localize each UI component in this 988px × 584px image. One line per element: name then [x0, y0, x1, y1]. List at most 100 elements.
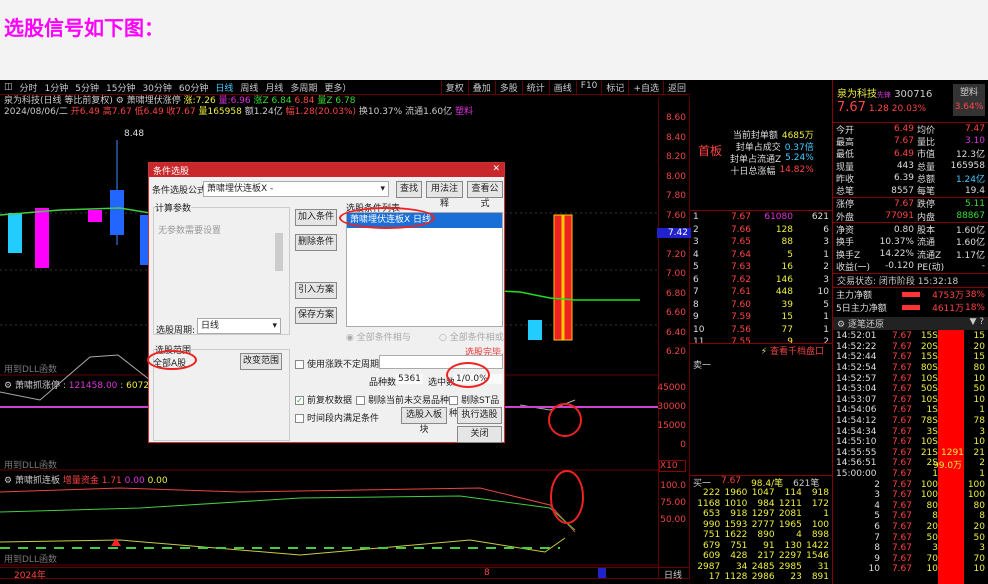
use-period-checkbox[interactable]: 使用涨跌不定周期 — [295, 357, 379, 370]
delete-condition-button[interactable]: 删除条件 — [295, 234, 337, 251]
tick-time: 15:00:00 — [836, 469, 877, 480]
quote-value: 6.39 — [893, 173, 914, 184]
month-label: 8 — [484, 568, 490, 578]
quote-row: 今开 6.49 均价 7.47 — [833, 123, 988, 136]
tick-row: 7 7.67 50 50 — [833, 532, 988, 543]
tick-row: 14:55:10 7.67 10S 10 — [833, 437, 988, 448]
book-level: 1 — [693, 212, 699, 223]
quote-label: 换手 — [836, 238, 855, 249]
candle — [528, 320, 542, 340]
queue-row: 2987 34 2485 2985 31 — [690, 562, 832, 573]
tab-7[interactable]: 周线 — [240, 81, 258, 94]
toolbar-button[interactable]: 画线 — [548, 80, 576, 94]
close-icon[interactable]: ✕ — [492, 164, 500, 176]
in-time-checkbox[interactable]: 时间段内满足条件 — [295, 411, 379, 424]
layout-icon[interactable]: ◫ — [4, 82, 13, 92]
tick-row: 3 7.67 100 100 — [833, 490, 988, 501]
filter-icon[interactable]: ▼ ? — [969, 317, 988, 327]
tab-5[interactable]: 60分钟 — [179, 81, 208, 94]
tab-6[interactable]: 日线 — [215, 81, 233, 94]
import-plan-button[interactable]: 引入方案 — [295, 282, 337, 299]
tab-0[interactable]: 分时 — [20, 81, 38, 94]
trade-status: 交易状态: 闭市阶段 15:32:18 — [833, 273, 988, 287]
sector-box[interactable]: 塑料 3.64% — [953, 84, 985, 116]
book-count: 621 — [811, 212, 829, 223]
ind1-header: ⚙ 萧啸抓涨停 : 121458.00 : 60729 — [4, 381, 155, 391]
gear-icon[interactable]: ⚙ — [4, 381, 12, 391]
change-range-button[interactable]: 改变范围 — [240, 353, 282, 370]
and-radio[interactable]: ◉ 全部条件相与 — [346, 330, 411, 343]
book-row[interactable]: 4 7.64 5 1 — [690, 249, 832, 262]
tab-9[interactable]: 多周期 — [290, 81, 317, 94]
quote-row: 总笔 8557 每笔 19.4 — [833, 184, 988, 198]
toolbar-button[interactable]: 返回 — [662, 80, 690, 94]
save-plan-button[interactable]: 保存方案 — [295, 307, 337, 324]
find-button[interactable]: 查找 — [396, 181, 422, 198]
close-button[interactable]: 关闭 — [457, 426, 502, 443]
book-row[interactable]: 1 7.67 61080 621 — [690, 211, 832, 224]
tab-10[interactable]: 更多） — [324, 81, 351, 94]
book-row[interactable]: 3 7.65 88 3 — [690, 236, 832, 249]
book-row[interactable]: 8 7.60 39 5 — [690, 299, 832, 312]
tab-8[interactable]: 月线 — [265, 81, 283, 94]
count-value: 5361 — [396, 374, 423, 384]
tick-volume-right: 100 — [967, 490, 985, 501]
tick-volume: 10 — [926, 564, 938, 575]
toolbar-button[interactable]: F10 — [575, 80, 602, 94]
book-row[interactable]: 6 7.62 146 3 — [690, 274, 832, 287]
formula-select[interactable]: 萧啸埋伏连板X - ▾ — [203, 181, 389, 197]
toolbar-button[interactable]: 多股 — [494, 80, 522, 94]
tab-4[interactable]: 30分钟 — [142, 81, 171, 94]
add-to-block-button[interactable]: 选股入板块 — [401, 407, 447, 435]
exclude-untraded-checkbox[interactable]: 剔除当前未交易品种 — [356, 393, 449, 406]
or-radio[interactable]: ○ 全部条件相或 — [439, 330, 504, 343]
book-row[interactable]: 9 7.59 15 1 — [690, 311, 832, 324]
tab-1[interactable]: 1分钟 — [45, 81, 69, 94]
toolbar-button[interactable]: 复权 — [440, 80, 468, 94]
view-formula-button[interactable]: 查看公式 — [467, 181, 503, 209]
toolbar-button[interactable]: +自选 — [628, 80, 663, 94]
tab-3[interactable]: 15分钟 — [106, 81, 135, 94]
period-select[interactable]: 日线 ▾ — [197, 318, 281, 334]
tick-time: 14:54:34 — [836, 426, 877, 437]
tick-price: 7.67 — [891, 331, 912, 342]
quote-value: 14.22% — [879, 249, 914, 260]
book-row[interactable]: 2 7.66 128 6 — [690, 224, 832, 237]
price-tick: 8.00 — [665, 171, 686, 182]
gear-icon[interactable]: ⚙ — [837, 320, 845, 330]
tick-time: 14:52:44 — [836, 352, 877, 363]
queue-cell: 990 — [703, 519, 721, 530]
adjusted-checkbox[interactable]: ✓ 前复权数据 — [295, 393, 352, 406]
queue-cell: 984 — [757, 498, 775, 509]
book-row[interactable]: 5 7.63 16 2 — [690, 261, 832, 274]
tab-2[interactable]: 5分钟 — [75, 81, 99, 94]
queue-cell: 1211 — [778, 498, 802, 509]
book-row[interactable]: 7 7.61 448 10 — [690, 286, 832, 299]
run-screen-button[interactable]: 执行选股 — [457, 407, 502, 424]
page-heading: 选股信号如下图： — [4, 16, 164, 40]
or-label: 全部条件相或 — [449, 333, 504, 343]
book-row[interactable]: 10 7.56 77 1 — [690, 324, 832, 337]
ind2-name[interactable]: 萧啸抓连板 — [15, 476, 60, 486]
toolbar-button[interactable]: 统计 — [521, 80, 549, 94]
view-book-link[interactable]: ⚡ 查看千档盘口 — [690, 343, 832, 357]
scroll-thumb[interactable] — [598, 568, 606, 578]
tick-row: 14:54:34 7.67 3S 3 — [833, 426, 988, 437]
toolbar-button[interactable]: 标记 — [601, 80, 628, 94]
scrollbar[interactable] — [275, 233, 283, 271]
toolbar-button[interactable]: 叠加 — [467, 80, 495, 94]
quote-value: 77091 — [885, 211, 914, 222]
indicator-name[interactable]: 萧啸埋伏涨停 — [127, 96, 181, 106]
add-condition-button[interactable]: 加入条件 — [295, 209, 337, 226]
ind1-name[interactable]: 萧啸抓涨停 — [15, 381, 60, 391]
condition-list[interactable]: 萧啸埋伏连板X 日线 — [346, 212, 503, 327]
usage-button[interactable]: 用法注释 — [426, 181, 463, 209]
queue-cell: 2986 — [751, 572, 775, 583]
price-tick: 7.80 — [665, 191, 686, 201]
queue-cell: 2985 — [778, 561, 802, 572]
gear-icon[interactable]: ⚙ — [116, 96, 124, 106]
bar-change: 幅1.28(20.03%) — [285, 107, 357, 117]
gear-icon[interactable]: ⚙ — [4, 476, 12, 486]
quote-value: -0.120 — [884, 261, 914, 272]
tick-volume: 70 — [926, 553, 938, 564]
